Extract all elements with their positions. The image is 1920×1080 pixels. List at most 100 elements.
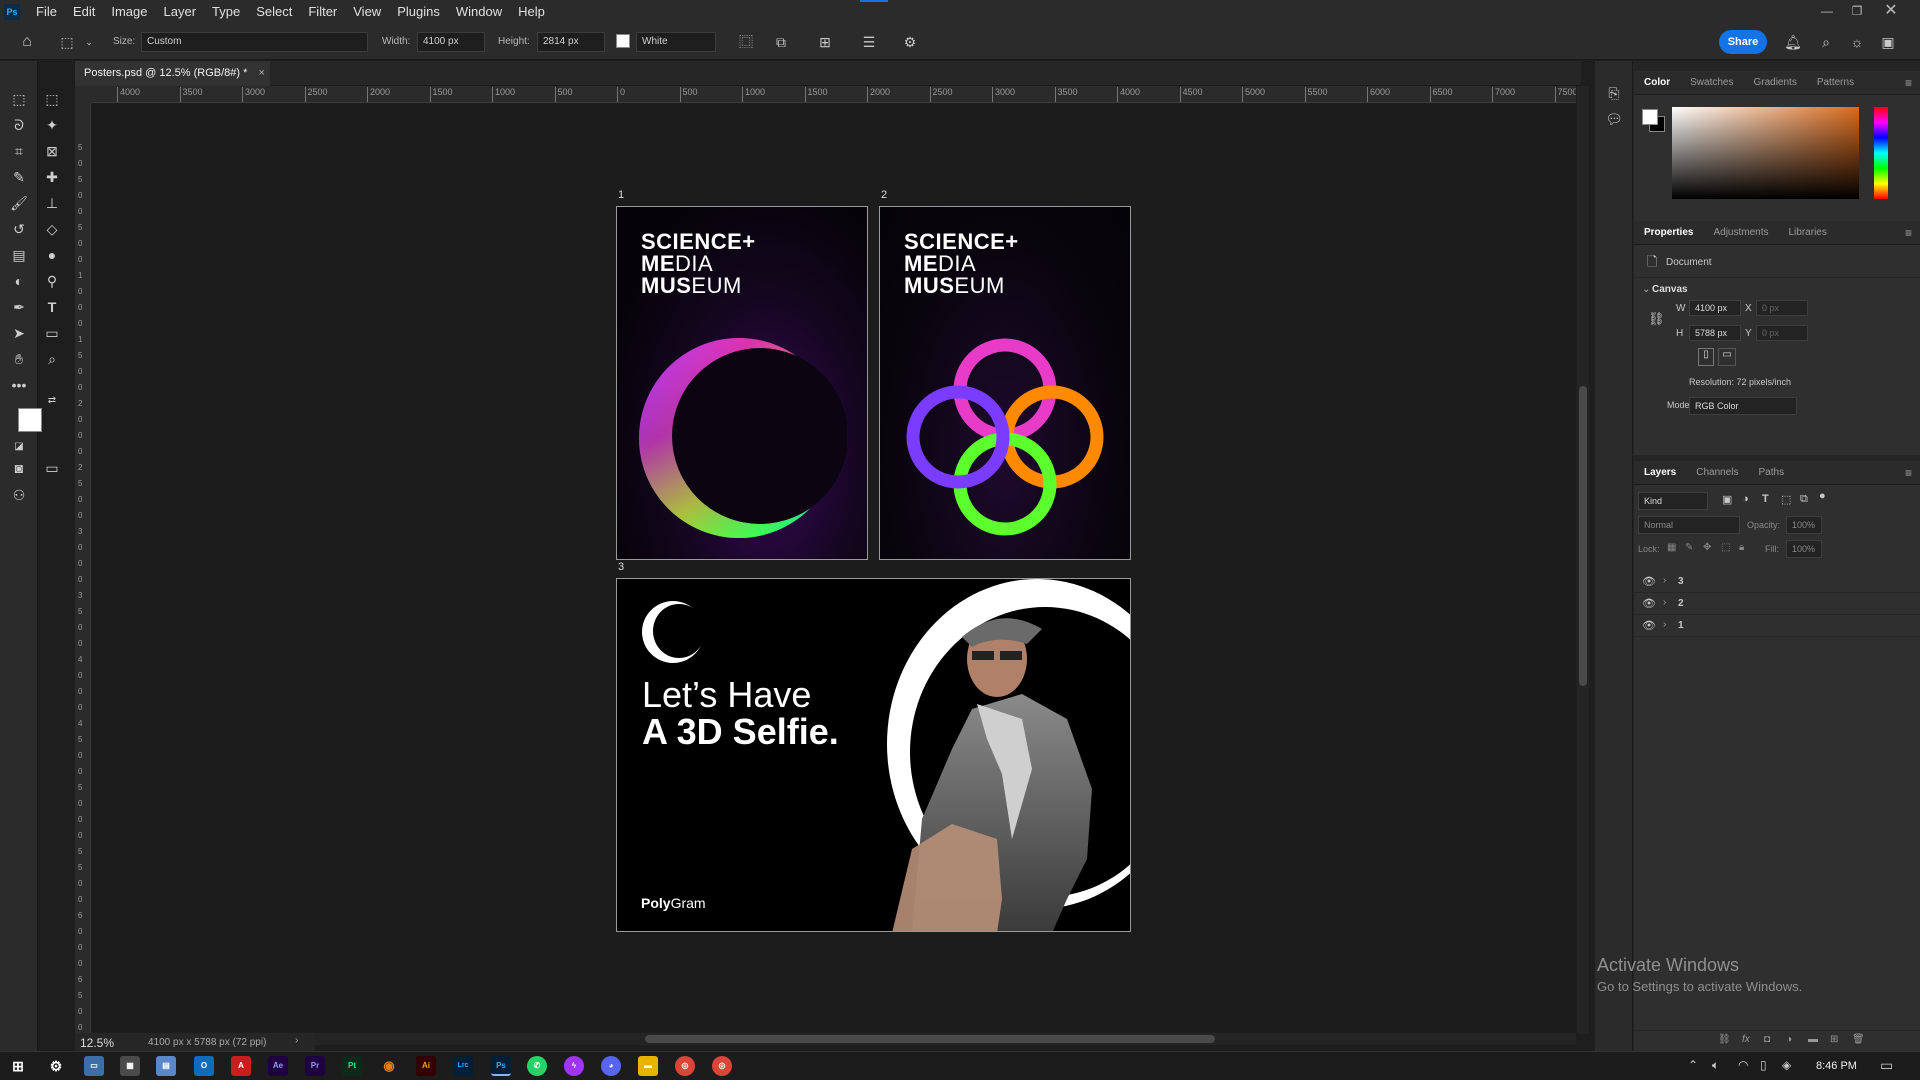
rectangle-tool-icon[interactable]: ▭ [42,323,62,343]
brush-tool-icon[interactable]: 🖌︎ [9,193,29,213]
whatsapp-icon[interactable]: ✆ [527,1056,547,1076]
share-button[interactable]: Share [1719,30,1767,54]
tab-channels[interactable]: Channels [1686,461,1748,485]
canvas-x-input[interactable]: 0 px [1756,300,1808,316]
layer-row[interactable]: 👁︎ › 2 [1634,593,1920,615]
portrait-orientation-icon[interactable]: ▯ [1698,348,1714,366]
tab-libraries[interactable]: Libraries [1779,221,1837,245]
eyedropper-icon[interactable]: ✎ [9,167,29,187]
tab-color[interactable]: Color [1634,71,1680,95]
eye-visibility-icon[interactable]: 👁︎ [1642,597,1656,610]
windows-start-icon[interactable]: ⊞ [8,1056,28,1076]
vertical-scrollbar[interactable] [1577,86,1589,1034]
layer-row[interactable]: 👁︎ › 1 [1634,615,1920,637]
menu-type[interactable]: Type [204,0,248,24]
filter-shape-icon[interactable]: ⬚ [1781,493,1791,506]
discord-icon[interactable]: ◕ [601,1056,621,1076]
blender-icon[interactable]: ◉ [379,1056,399,1076]
filter-pixel-icon[interactable]: ▣ [1722,493,1732,506]
menu-edit[interactable]: Edit [65,0,103,24]
zoom-tool-icon[interactable]: ⌕ [42,349,62,369]
layer-row[interactable]: 👁︎ › 3 [1634,571,1920,593]
dodge-tool-icon[interactable]: ◐ [9,271,29,291]
opacity-input[interactable]: 100% [1786,516,1822,534]
add-artboard-icon[interactable]: ⊞ [816,33,834,51]
screen-mode-icon[interactable]: ▭ [42,458,62,478]
canvas-height-input[interactable]: 5788 px [1689,325,1741,341]
notepad-icon[interactable]: ▤ [156,1056,176,1076]
fx-icon[interactable]: fx [1742,1034,1750,1045]
panel-menu-icon[interactable]: ≡ [1905,221,1912,245]
settings-gear-icon[interactable]: ⚙ [901,33,919,51]
menu-view[interactable]: View [345,0,389,24]
messenger-icon[interactable]: ϟ [564,1056,584,1076]
filter-adjustment-icon[interactable]: ◑ [1742,493,1749,505]
filter-type-icon[interactable]: T [1762,493,1769,505]
chevron-right-icon[interactable]: › [295,1035,298,1046]
close-tab-icon[interactable]: × [258,67,264,79]
notifications-icon[interactable]: ▭ [1880,1057,1893,1074]
marquee-tool-icon[interactable]: ⬚ [42,89,62,109]
landscape-orientation-icon[interactable]: ▭ [1718,348,1736,366]
menu-image[interactable]: Image [103,0,155,24]
artboard-tool-icon[interactable]: ⬚ [58,33,76,51]
align-icon[interactable]: ☰ [860,33,878,51]
workspace-icon[interactable]: ▣ [1879,33,1897,51]
canvas-y-input[interactable]: 0 px [1756,325,1808,341]
artboard-tool-icon[interactable]: ⬚ [9,89,29,109]
battery-icon[interactable]: ▯ [1760,1058,1767,1072]
hand-tool-icon[interactable]: ✋︎ [9,349,29,369]
filter-smart-icon[interactable]: ⧉ [1800,493,1808,506]
comments-panel-icon[interactable]: 💬︎ [1604,109,1624,129]
path-select-icon[interactable]: ➤ [9,323,29,343]
computer-icon[interactable]: ▭ [84,1056,104,1076]
filter-toggle-icon[interactable]: ● [1819,490,1826,502]
link-dimensions-icon[interactable]: ⛓ [1648,311,1665,327]
swap-colors-icon[interactable]: ⇄ [42,391,62,411]
fg-color-chip[interactable] [1642,109,1658,125]
blur-tool-icon[interactable]: ● [42,245,62,265]
eraser-tool-icon[interactable]: ◇ [42,219,62,239]
link-layers-icon[interactable]: ⛓ [1718,1034,1731,1045]
eye-visibility-icon[interactable]: 👁︎ [1642,619,1656,632]
stamp-tool-icon[interactable]: ⊥ [42,193,62,213]
chevron-right-icon[interactable]: › [1663,575,1666,586]
home-icon[interactable]: ⌂ [18,33,36,51]
content-credentials-icon[interactable]: ⚇ [9,485,29,505]
artboard-1[interactable]: SCIENCE+ MEDIA MUSEUM [616,206,868,560]
chevron-down-icon[interactable]: ⌄ [1642,284,1650,295]
lock-transparency-icon[interactable]: ▦ [1667,542,1676,553]
tab-patterns[interactable]: Patterns [1807,71,1864,95]
lock-pixels-icon[interactable]: ✎ [1685,542,1693,553]
new-group-icon[interactable]: ▬ [1808,1034,1818,1045]
lock-artboard-icon[interactable]: ⬚ [1721,542,1730,553]
menu-select[interactable]: Select [248,0,300,24]
horizontal-scroll-thumb[interactable] [645,1035,1215,1043]
minimize-icon[interactable]: — [1812,0,1842,24]
color-picker-field[interactable] [1672,107,1859,199]
acrobat-icon[interactable]: A [231,1056,251,1076]
menu-window[interactable]: Window [448,0,510,24]
new-layer-icon[interactable]: ⊞ [1830,1034,1838,1045]
painter-icon[interactable]: Pt [342,1056,362,1076]
gradient-tool-icon[interactable]: ▤ [9,245,29,265]
quick-mask-icon[interactable]: ◙ [9,458,29,478]
volume-icon[interactable]: 🔈︎ [1712,1058,1719,1073]
after-effects-icon[interactable]: Ae [268,1056,288,1076]
chrome-profile-icon[interactable]: ◎ [712,1056,732,1076]
canvas-area[interactable]: 1 SCIENCE+ MEDIA MUSEUM 2 SCIENCE+ MEDIA… [91,104,1576,1032]
hue-slider[interactable] [1874,107,1888,199]
illustrator-icon[interactable]: Ai [416,1056,436,1076]
artboard-3[interactable]: Let’s Have A 3D Selfie. PolyGram [616,578,1131,932]
menu-file[interactable]: File [28,0,65,24]
calculator-icon[interactable]: ▦ [120,1056,140,1076]
foreground-color-swatch[interactable] [18,408,42,432]
outlook-icon[interactable]: O [194,1056,214,1076]
close-window-icon[interactable]: ✕ [1876,0,1906,24]
file-explorer-icon[interactable]: ▬ [638,1056,658,1076]
default-colors-icon[interactable]: ◪ [9,437,29,457]
width-input[interactable]: 4100 px [417,32,485,52]
premiere-icon[interactable]: Pr [305,1056,325,1076]
chevron-right-icon[interactable]: › [1663,597,1666,608]
menu-help[interactable]: Help [510,0,553,24]
